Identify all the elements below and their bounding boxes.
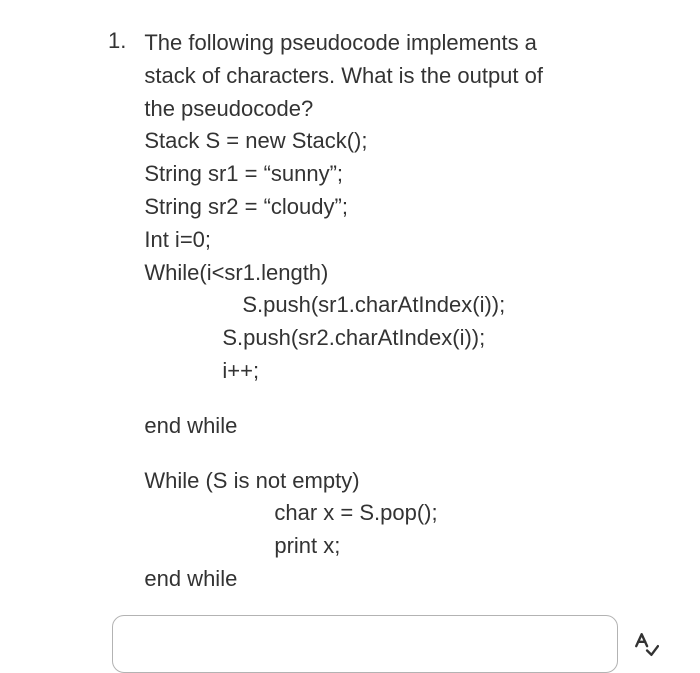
answer-row	[112, 615, 660, 673]
spellcheck-icon[interactable]	[632, 630, 660, 658]
code-line: print x;	[144, 531, 660, 562]
code-line: String sr2 = “cloudy”;	[144, 192, 660, 223]
prompt-text-line: The following pseudocode implements a	[144, 28, 660, 59]
prompt-text-line: the pseudocode?	[144, 94, 660, 125]
code-line: end while	[144, 411, 660, 442]
code-line: While (S is not empty)	[144, 466, 660, 497]
code-line: Stack S = new Stack();	[144, 126, 660, 157]
code-line: char x = S.pop();	[144, 498, 660, 529]
code-line: S.push(sr2.charAtIndex(i));	[144, 323, 660, 354]
code-line: String sr1 = “sunny”;	[144, 159, 660, 190]
question-number: 1.	[108, 28, 126, 54]
question-container: 1. The following pseudocode implements a…	[40, 28, 660, 597]
code-line: Int i=0;	[144, 225, 660, 256]
code-line: i++;	[144, 356, 660, 387]
prompt-text-line: stack of characters. What is the output …	[144, 61, 660, 92]
code-line: end while	[144, 564, 660, 595]
question-body: The following pseudocode implements a st…	[144, 28, 660, 597]
code-line: While(i<sr1.length)	[144, 258, 660, 289]
answer-input[interactable]	[112, 615, 618, 673]
code-line: S.push(sr1.charAtIndex(i));	[144, 290, 660, 321]
